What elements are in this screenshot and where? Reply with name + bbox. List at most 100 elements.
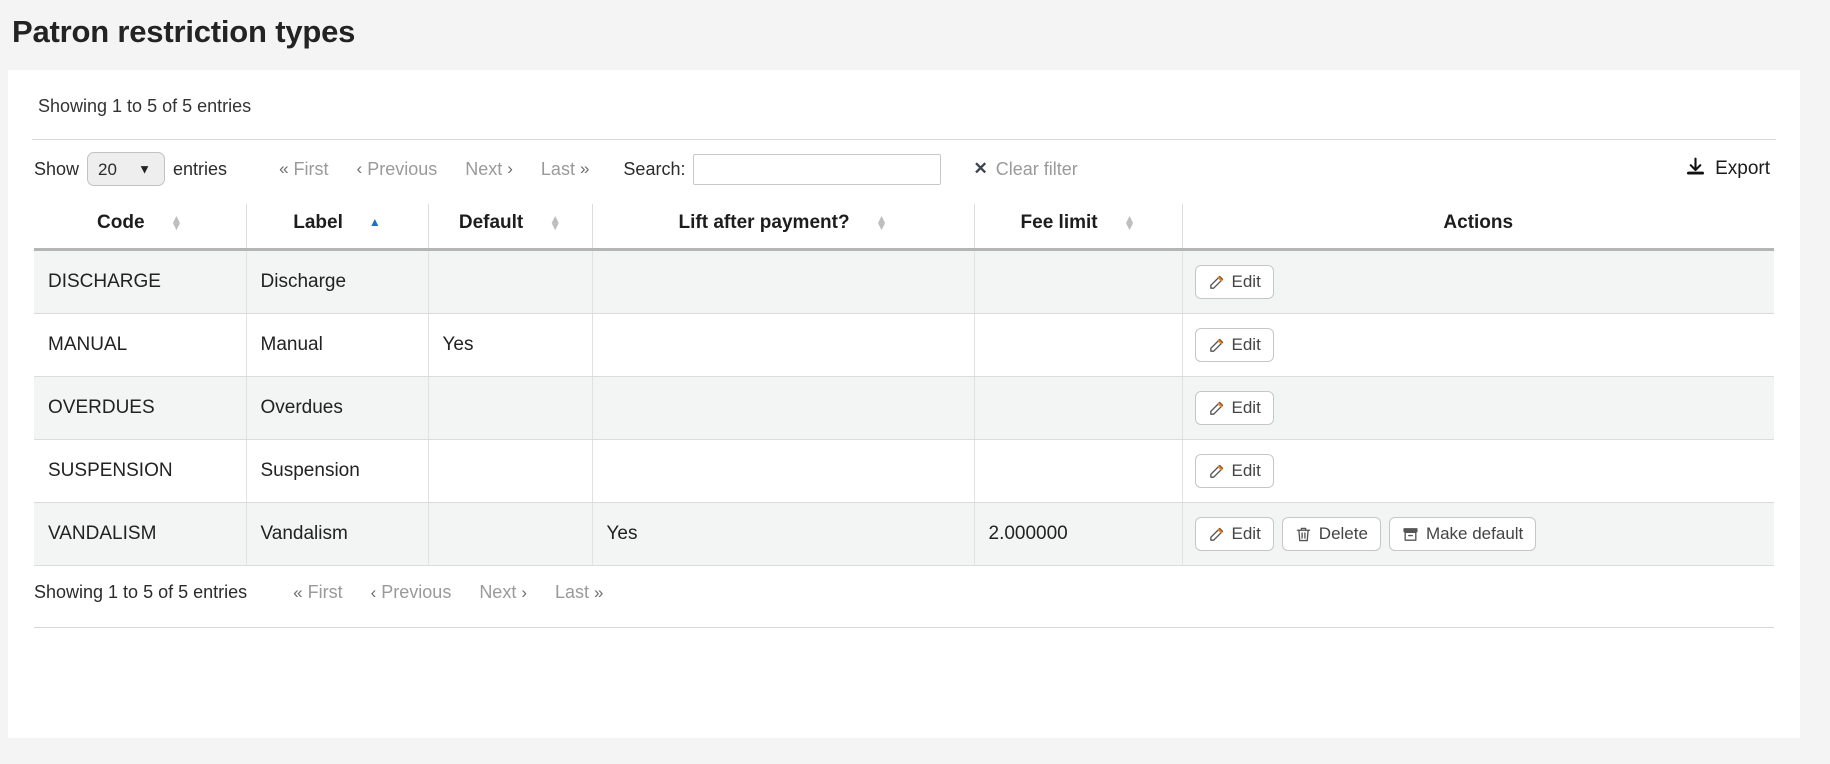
cell-lift-after-payment	[592, 377, 974, 440]
table-footer: Showing 1 to 5 of 5 entries « First ‹ Pr…	[8, 566, 1800, 603]
delete-icon	[1295, 526, 1312, 543]
delete-label: Delete	[1319, 524, 1368, 544]
cell-code: SUSPENSION	[34, 440, 246, 503]
table-toolbar: Show 20 ▼ entries « First ‹ Previous Nex…	[8, 140, 1800, 198]
search-block: Search:	[623, 154, 941, 185]
pagination-last-label: Last	[541, 159, 575, 180]
pagination-first-top[interactable]: « First	[279, 159, 328, 180]
column-header-label[interactable]: Label ▲▼	[246, 204, 428, 250]
clear-filter-label: Clear filter	[996, 159, 1078, 180]
pagination-next-bottom[interactable]: Next ›	[479, 582, 527, 603]
restriction-types-table-wrapper: Code ▲▼ Label ▲▼ Default ▲▼	[34, 204, 1774, 566]
cell-code: MANUAL	[34, 314, 246, 377]
make-default-label: Make default	[1426, 524, 1523, 544]
pagination-last-bottom[interactable]: Last »	[555, 582, 604, 603]
pagination-previous-top[interactable]: ‹ Previous	[357, 159, 438, 180]
make-default-button[interactable]: Make default	[1389, 517, 1536, 551]
cell-label: Suspension	[246, 440, 428, 503]
edit-icon	[1208, 526, 1225, 543]
chevron-left-icon: ‹	[371, 583, 377, 603]
restriction-types-table: Code ▲▼ Label ▲▼ Default ▲▼	[34, 204, 1774, 566]
cell-lift-after-payment	[592, 250, 974, 314]
pagination-next-label: Next	[465, 159, 502, 180]
edit-button[interactable]: Edit	[1195, 265, 1274, 299]
cell-default	[428, 440, 592, 503]
column-header-code[interactable]: Code ▲▼	[34, 204, 246, 250]
cell-actions: Edit	[1182, 314, 1774, 377]
page-title: Patron restriction types	[0, 0, 1830, 50]
pagination-last-label: Last	[555, 582, 589, 603]
cell-default	[428, 377, 592, 440]
chevron-right-icon: ›	[507, 159, 513, 179]
cell-code: DISCHARGE	[34, 250, 246, 314]
cell-label: Overdues	[246, 377, 428, 440]
column-header-fee-limit[interactable]: Fee limit ▲▼	[974, 204, 1182, 250]
edit-icon	[1208, 400, 1225, 417]
column-header-lift-after-payment[interactable]: Lift after payment? ▲▼	[592, 204, 974, 250]
search-label: Search:	[623, 159, 685, 180]
cell-lift-after-payment: Yes	[592, 503, 974, 566]
page-length-select[interactable]: 20	[87, 152, 165, 186]
clear-filter-button[interactable]: ✕ Clear filter	[973, 159, 1077, 180]
cell-code: VANDALISM	[34, 503, 246, 566]
pagination-bottom: « First ‹ Previous Next › Last »	[265, 582, 603, 603]
double-chevron-left-icon: «	[279, 159, 288, 179]
chevron-right-icon: ›	[521, 583, 527, 603]
make-default-icon	[1402, 526, 1419, 543]
edit-button[interactable]: Edit	[1195, 517, 1274, 551]
table-row: OVERDUESOverdues Edit	[34, 377, 1774, 440]
cell-fee-limit	[974, 440, 1182, 503]
double-chevron-right-icon: »	[580, 159, 589, 179]
sort-icon-fee-limit: ▲▼	[1124, 216, 1136, 231]
pagination-first-label: First	[308, 582, 343, 603]
column-header-actions-label: Actions	[1443, 212, 1513, 234]
cell-fee-limit	[974, 377, 1182, 440]
table-head: Code ▲▼ Label ▲▼ Default ▲▼	[34, 204, 1774, 250]
table-info-bottom: Showing 1 to 5 of 5 entries	[34, 582, 247, 603]
cell-actions: Edit	[1182, 377, 1774, 440]
edit-label: Edit	[1232, 335, 1261, 355]
table-row: VANDALISMVandalism Yes2.000000 Edit Delete M…	[34, 503, 1774, 566]
edit-label: Edit	[1232, 524, 1261, 544]
edit-label: Edit	[1232, 272, 1261, 292]
search-input[interactable]	[693, 154, 941, 185]
column-header-actions: Actions	[1182, 204, 1774, 250]
edit-button[interactable]: Edit	[1195, 328, 1274, 362]
cell-lift-after-payment	[592, 440, 974, 503]
table-row: SUSPENSIONSuspension Edit	[34, 440, 1774, 503]
cell-lift-after-payment	[592, 314, 974, 377]
column-header-default[interactable]: Default ▲▼	[428, 204, 592, 250]
cell-label: Manual	[246, 314, 428, 377]
table-body: DISCHARGEDischargeEditMANUALManualYesEdi…	[34, 250, 1774, 566]
edit-button[interactable]: Edit	[1195, 391, 1274, 425]
column-header-fee-limit-label: Fee limit	[1021, 212, 1098, 234]
edit-label: Edit	[1232, 398, 1261, 418]
pagination-last-top[interactable]: Last »	[541, 159, 590, 180]
column-header-default-label: Default	[459, 212, 523, 234]
pagination-top: « First ‹ Previous Next › Last »	[251, 159, 589, 180]
edit-label: Edit	[1232, 461, 1261, 481]
page-length-wrapper: 20 ▼	[79, 152, 173, 186]
cell-default: Yes	[428, 314, 592, 377]
edit-button[interactable]: Edit	[1195, 454, 1274, 488]
delete-button[interactable]: Delete	[1282, 517, 1381, 551]
edit-icon	[1208, 274, 1225, 291]
pagination-next-label: Next	[479, 582, 516, 603]
export-button[interactable]: Export	[1685, 156, 1770, 183]
table-info-top: Showing 1 to 5 of 5 entries	[8, 70, 1800, 117]
pagination-previous-bottom[interactable]: ‹ Previous	[371, 582, 452, 603]
pagination-previous-label: Previous	[367, 159, 437, 180]
cell-default	[428, 250, 592, 314]
sort-icon-lift-after-payment: ▲▼	[876, 216, 888, 231]
edit-icon	[1208, 463, 1225, 480]
cell-fee-limit: 2.000000	[974, 503, 1182, 566]
pagination-first-label: First	[294, 159, 329, 180]
cell-label: Vandalism	[246, 503, 428, 566]
double-chevron-right-icon: »	[594, 583, 603, 603]
pagination-next-top[interactable]: Next ›	[465, 159, 513, 180]
cell-fee-limit	[974, 314, 1182, 377]
cell-fee-limit	[974, 250, 1182, 314]
pagination-first-bottom[interactable]: « First	[293, 582, 342, 603]
cell-code: OVERDUES	[34, 377, 246, 440]
sort-icon-default: ▲▼	[549, 216, 561, 231]
